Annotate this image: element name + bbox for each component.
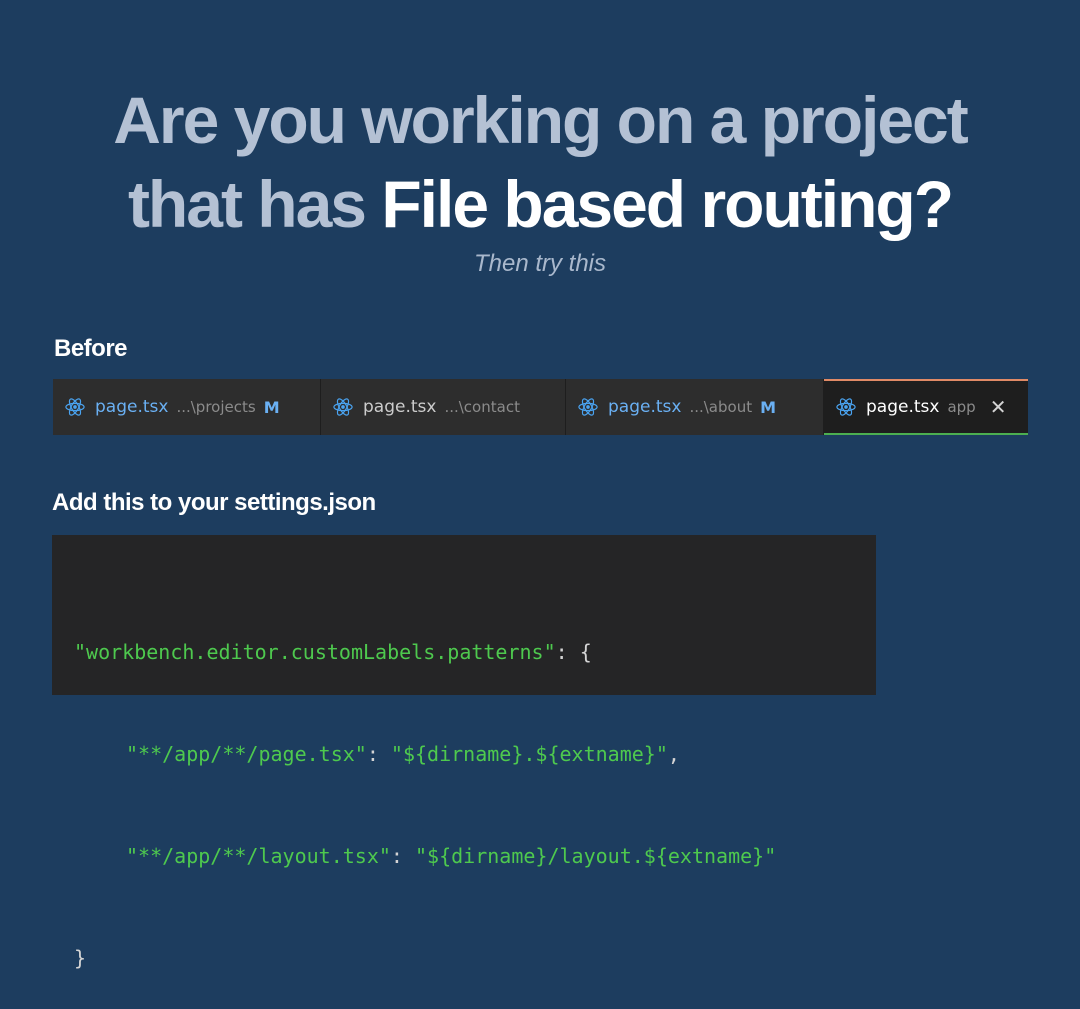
code-punctuation: :: [366, 742, 391, 766]
settings-label: Add this to your settings.json: [52, 489, 376, 516]
editor-tab-contact-page[interactable]: page.tsx ...\contact: [321, 379, 566, 435]
react-icon: [578, 398, 598, 416]
modified-badge: M: [760, 397, 777, 417]
tab-file-path: ...\about: [689, 398, 753, 416]
tab-file-name: page.tsx: [363, 397, 437, 417]
code-punctuation: }: [74, 946, 87, 970]
headline: Are you working on a project that has Fi…: [0, 78, 1080, 246]
tab-file-path: app: [947, 398, 976, 416]
before-label: Before: [54, 335, 128, 362]
code-punctuation: ,: [667, 742, 680, 766]
modified-badge: M: [263, 397, 280, 417]
code-line-4: }: [52, 941, 876, 975]
react-icon: [333, 398, 353, 416]
headline-emphasis: File based routing?: [381, 167, 954, 241]
editor-tab-app-page-active[interactable]: page.tsx app ✕: [824, 379, 1028, 435]
headline-line-1: Are you working on a project: [113, 83, 968, 157]
tab-file-path: ...\contact: [444, 398, 520, 416]
code-line-3: "**/app/**/layout.tsx": "${dirname}/layo…: [52, 839, 876, 873]
code-line-1: "workbench.editor.customLabels.patterns"…: [52, 635, 876, 669]
subtitle: Then try this: [473, 250, 607, 277]
code-snippet: "workbench.editor.customLabels.patterns"…: [52, 535, 876, 970]
editor-tab-bar: page.tsx ...\projects M page.tsx ...\con…: [53, 379, 1028, 435]
headline-line-2-prefix: that has: [127, 167, 382, 241]
code-value: "${dirname}/layout.${extname}": [415, 844, 777, 868]
tab-file-name: page.tsx: [866, 397, 940, 417]
code-line-2: "**/app/**/page.tsx": "${dirname}.${extn…: [52, 737, 876, 771]
tab-file-path: ...\projects: [176, 398, 256, 416]
editor-tab-projects-page[interactable]: page.tsx ...\projects M: [53, 379, 321, 435]
close-icon[interactable]: ✕: [990, 397, 1007, 417]
tab-file-name: page.tsx: [608, 397, 682, 417]
code-key: "workbench.editor.customLabels.patterns": [74, 640, 556, 664]
code-key: "**/app/**/page.tsx": [126, 742, 367, 766]
code-value: "${dirname}.${extname}": [390, 742, 668, 766]
react-icon: [65, 398, 85, 416]
tab-file-name: page.tsx: [95, 397, 169, 417]
headline-line-2: that has File based routing?: [0, 162, 1080, 246]
code-punctuation: :: [390, 844, 415, 868]
code-punctuation: : {: [555, 640, 592, 664]
code-key: "**/app/**/layout.tsx": [126, 844, 391, 868]
editor-tab-about-page[interactable]: page.tsx ...\about M: [566, 379, 824, 435]
react-icon: [836, 398, 856, 416]
